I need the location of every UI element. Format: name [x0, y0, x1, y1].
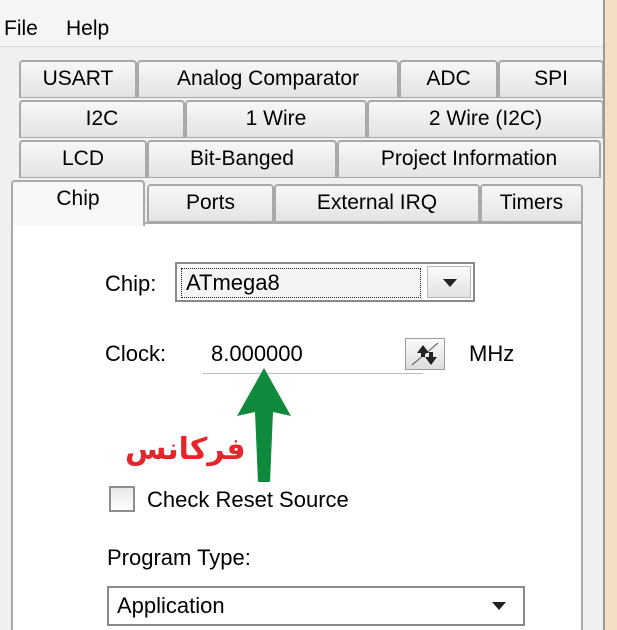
- program-type-select[interactable]: Application: [107, 586, 525, 626]
- tab-spi[interactable]: SPI: [498, 60, 603, 98]
- spin-arrows-icon: [411, 342, 439, 366]
- check-reset-source-label: Check Reset Source: [147, 487, 349, 512]
- tab-timers[interactable]: Timers: [480, 184, 583, 222]
- tab-external-irq[interactable]: External IRQ: [274, 184, 480, 222]
- chip-label: Chip:: [105, 271, 157, 296]
- chevron-down-icon: [443, 279, 457, 287]
- clock-value: 8.000000: [211, 341, 303, 366]
- up-arrow-annotation-icon: [237, 368, 291, 482]
- clock-spin-button[interactable]: [405, 338, 445, 370]
- tab-i2c[interactable]: I2C: [19, 100, 185, 138]
- chip-tab-panel: Chip: ATmega8 Clock: 8.000000 MHz Check: [11, 222, 583, 630]
- tab-project-information[interactable]: Project Information: [337, 140, 601, 178]
- tab-usart[interactable]: USART: [19, 60, 137, 98]
- menu-bar: File Help: [0, 0, 603, 47]
- chip-select-value: ATmega8: [181, 268, 421, 298]
- chevron-down-icon: [492, 602, 506, 610]
- chip-select[interactable]: ATmega8: [175, 262, 475, 302]
- check-reset-source-checkbox[interactable]: [109, 486, 135, 512]
- program-type-label: Program Type:: [107, 545, 251, 570]
- program-type-value: Application: [117, 593, 225, 618]
- program-type-dropdown-button[interactable]: [477, 590, 521, 622]
- chip-dropdown-button[interactable]: [427, 266, 471, 298]
- menu-file[interactable]: File: [2, 16, 40, 42]
- clock-unit: MHz: [469, 341, 515, 366]
- clock-label: Clock:: [105, 341, 167, 366]
- tab-chip[interactable]: Chip: [11, 180, 145, 226]
- frequency-annotation: فرکانس: [125, 432, 246, 467]
- menu-help[interactable]: Help: [64, 16, 111, 42]
- codewizard-window: File Help USART Analog Comparator ADC SP…: [0, 0, 605, 630]
- tab-ports[interactable]: Ports: [147, 184, 274, 222]
- tab-2-wire-i2c[interactable]: 2 Wire (I2C): [367, 100, 603, 138]
- tab-bit-banged[interactable]: Bit-Banged: [147, 140, 337, 178]
- tab-lcd[interactable]: LCD: [19, 140, 147, 178]
- tab-analog-comparator[interactable]: Analog Comparator: [137, 60, 399, 98]
- tab-1-wire[interactable]: 1 Wire: [185, 100, 367, 138]
- tab-adc[interactable]: ADC: [399, 60, 498, 98]
